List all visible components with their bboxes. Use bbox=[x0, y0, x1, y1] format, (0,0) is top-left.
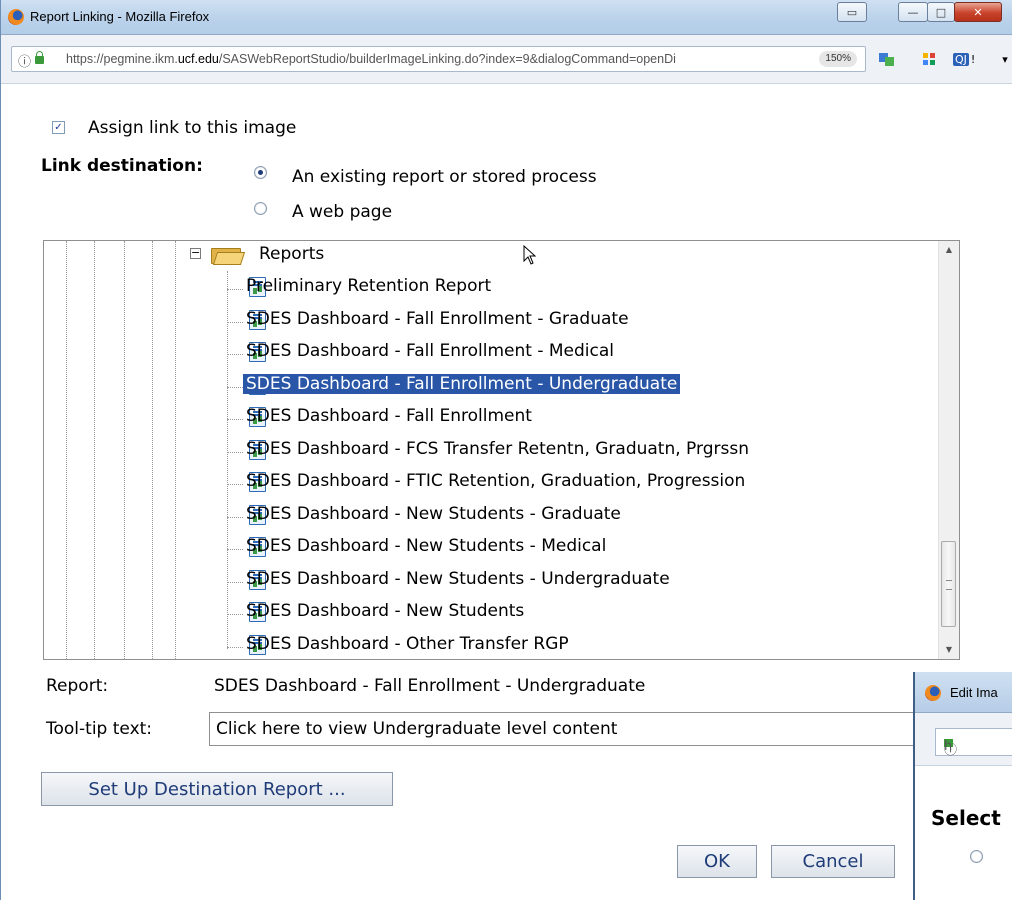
existing-report-label: An existing report or stored process bbox=[292, 167, 597, 187]
mouse-pointer-icon bbox=[523, 245, 537, 265]
lock-icon bbox=[35, 51, 45, 64]
edit-image-radio[interactable] bbox=[970, 850, 983, 863]
address-bar: ⓘ https://pegmine.ikm.ucf.edu/SASWebRepo… bbox=[1, 35, 1012, 84]
tree-item-label: Preliminary Retention Report bbox=[246, 276, 492, 296]
translate-addon-icon[interactable] bbox=[877, 50, 897, 68]
tree-scrollbar[interactable]: ▲ ▼ bbox=[938, 241, 959, 659]
checkmark-icon: ✓ bbox=[54, 122, 63, 133]
minimize-icon: — bbox=[907, 5, 919, 19]
close-icon: ✕ bbox=[973, 5, 983, 19]
edit-image-window[interactable]: Edit Ima ⓘ h Select bbox=[913, 672, 1012, 900]
tree-item-label: SDES Dashboard - FTIC Retention, Graduat… bbox=[246, 471, 746, 491]
url-text: https://pegmine.ikm.ucf.edu/SASWebReport… bbox=[66, 52, 676, 66]
maximize-icon: □ bbox=[935, 5, 947, 19]
tree-item-label: SDES Dashboard - New Students - Graduate bbox=[246, 503, 621, 524]
tree-item-label: SDES Dashboard - Fall Enrollment - Medic… bbox=[246, 341, 614, 361]
tree-item-report[interactable]: SDES Dashboard - Other Transfer RGP bbox=[44, 631, 934, 660]
tree-item-label: SDES Dashboard - Other Transfer RGP bbox=[246, 633, 569, 654]
report-linking-window: Report Linking - Mozilla Firefox ▭ — □ ✕… bbox=[0, 0, 1012, 900]
tree-folder-reports[interactable]: − Reports bbox=[44, 241, 934, 273]
tree-item-report[interactable]: SDES Dashboard - New Students bbox=[44, 598, 934, 630]
tree-item-label: SDES Dashboard - New Students bbox=[246, 601, 525, 621]
tree-item-report[interactable]: SDES Dashboard - Fall Enrollment bbox=[44, 403, 934, 435]
report-tree[interactable]: − Reports Preliminary Retention Report SD… bbox=[43, 240, 960, 660]
tree-item-report[interactable]: SDES Dashboard - Fall Enrollment - Medic… bbox=[44, 338, 934, 370]
url-field[interactable]: ⓘ https://pegmine.ikm.ucf.edu/SASWebRepo… bbox=[11, 46, 866, 72]
zoom-level-badge[interactable]: 150% bbox=[819, 51, 857, 67]
scroll-down-icon[interactable]: ▼ bbox=[939, 641, 959, 659]
tree-item-report[interactable]: SDES Dashboard - New Students - Graduate bbox=[44, 501, 934, 533]
ok-button[interactable]: OK bbox=[677, 845, 757, 878]
close-button[interactable]: ✕ bbox=[954, 2, 1002, 22]
tooltip-text-input[interactable] bbox=[209, 712, 929, 746]
cancel-button[interactable]: Cancel bbox=[771, 845, 895, 878]
web-page-radio[interactable] bbox=[254, 202, 267, 215]
qj-addon-suffix: ! bbox=[970, 52, 976, 66]
assign-link-label: Assign link to this image bbox=[88, 118, 297, 138]
tree-item-label: SDES Dashboard - New Students - Undergra… bbox=[246, 568, 670, 589]
link-destination-label: Link destination: bbox=[41, 156, 203, 176]
edit-image-address-bar: ⓘ h bbox=[915, 713, 1012, 766]
minimize-button[interactable]: — bbox=[898, 2, 928, 22]
tree-item-label-selected: SDES Dashboard - Fall Enrollment - Under… bbox=[243, 373, 681, 394]
firefox-icon bbox=[8, 9, 24, 25]
tree-item-report[interactable]: SDES Dashboard - Fall Enrollment - Under… bbox=[44, 371, 934, 403]
apps-grid-icon[interactable] bbox=[919, 50, 939, 68]
folder-label: Reports bbox=[259, 244, 325, 264]
open-folder-icon bbox=[211, 246, 246, 265]
edit-image-title: Edit Ima bbox=[950, 685, 998, 700]
setup-destination-report-button[interactable]: Set Up Destination Report ... bbox=[41, 772, 393, 806]
tree-item-report[interactable]: Preliminary Retention Report bbox=[44, 273, 934, 305]
tree-item-label: SDES Dashboard - New Students - Medical bbox=[246, 536, 607, 556]
qj-addon[interactable]: QJ ! bbox=[953, 50, 993, 68]
overflow-chevron-icon[interactable]: ▾ bbox=[999, 50, 1011, 68]
edit-image-url-field[interactable]: ⓘ h bbox=[935, 728, 1012, 758]
edit-image-title-bar: Edit Ima bbox=[915, 672, 1012, 713]
restore-window-button[interactable]: ▭ bbox=[837, 2, 867, 22]
tree-item-report[interactable]: SDES Dashboard - New Students - Undergra… bbox=[44, 566, 934, 598]
report-value: SDES Dashboard - Fall Enrollment - Under… bbox=[214, 676, 646, 696]
scroll-thumb[interactable] bbox=[941, 541, 956, 627]
tree-item-report[interactable]: SDES Dashboard - Fall Enrollment - Gradu… bbox=[44, 306, 934, 338]
info-icon[interactable]: ⓘ bbox=[18, 51, 31, 70]
report-label: Report: bbox=[46, 676, 109, 696]
qj-addon-label: QJ bbox=[953, 52, 969, 66]
window-title: Report Linking - Mozilla Firefox bbox=[30, 9, 210, 24]
tree-item-label: SDES Dashboard - FCS Transfer Retentn, G… bbox=[246, 438, 749, 459]
title-bar: Report Linking - Mozilla Firefox ▭ — □ ✕ bbox=[1, 0, 1012, 35]
tree-item-report[interactable]: SDES Dashboard - FTIC Retention, Graduat… bbox=[44, 468, 934, 500]
maximize-button[interactable]: □ bbox=[927, 2, 955, 22]
firefox-icon-2 bbox=[925, 685, 941, 701]
edit-image-url-fragment: h bbox=[944, 739, 953, 754]
collapse-toggle-icon[interactable]: − bbox=[190, 247, 201, 259]
tree-item-report[interactable]: SDES Dashboard - New Students - Medical bbox=[44, 533, 934, 565]
tree-item-label: SDES Dashboard - Fall Enrollment bbox=[246, 406, 532, 426]
tooltip-label: Tool-tip text: bbox=[46, 719, 153, 739]
tree-item-report[interactable]: SDES Dashboard - FCS Transfer Retentn, G… bbox=[44, 436, 934, 468]
assign-link-checkbox[interactable]: ✓ bbox=[52, 121, 65, 134]
web-page-label: A web page bbox=[292, 202, 393, 222]
tree-item-label: SDES Dashboard - Fall Enrollment - Gradu… bbox=[246, 308, 629, 329]
edit-image-heading: Select bbox=[931, 806, 1001, 830]
restore-icon: ▭ bbox=[846, 5, 858, 19]
scroll-up-icon[interactable]: ▲ bbox=[939, 241, 959, 259]
existing-report-radio[interactable] bbox=[254, 166, 267, 179]
